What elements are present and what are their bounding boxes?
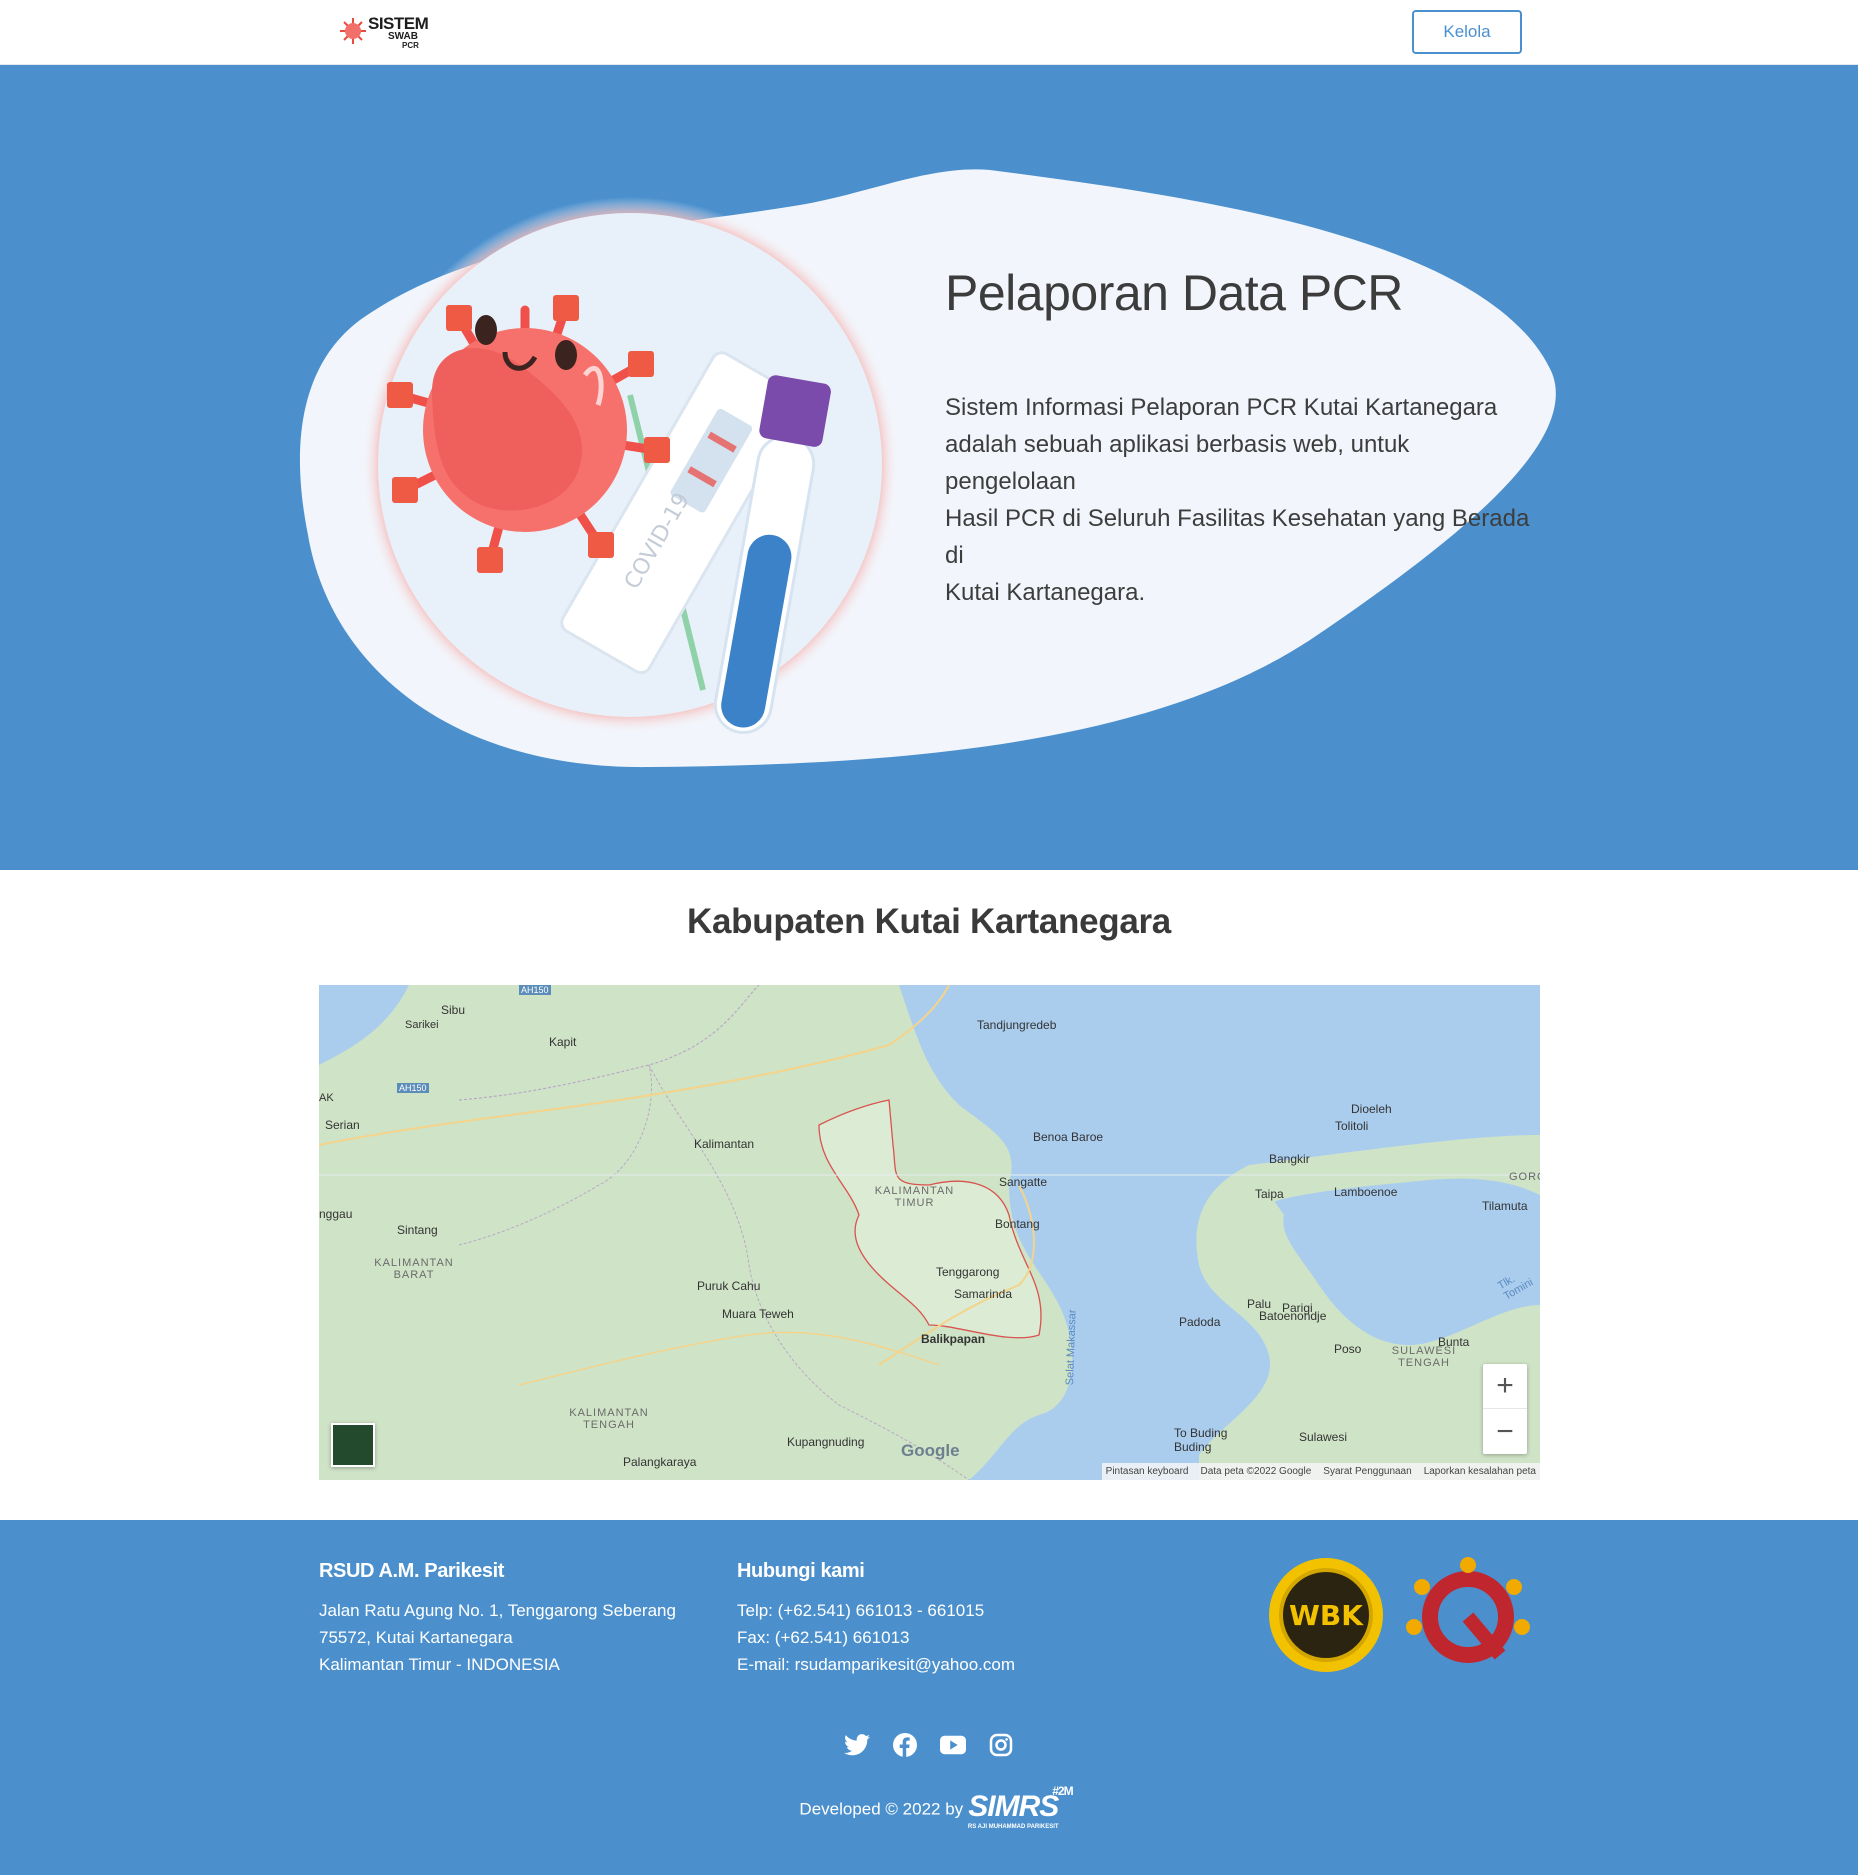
map-section-title: Kabupaten Kutai Kartanegara <box>687 902 1171 941</box>
footer-address: RSUD A.M. Parikesit Jalan Ratu Agung No.… <box>319 1560 676 1678</box>
map-label: To Buding Buding <box>1174 1426 1228 1454</box>
hero-description-line: Sistem Informasi Pelaporan PCR Kutai Kar… <box>945 394 1498 421</box>
footer-address-line: 75572, Kutai Kartanegara <box>319 1628 513 1647</box>
footer-fax: Fax: (+62.541) 661013 <box>737 1628 910 1647</box>
map-label: Balikpapan <box>921 1332 986 1346</box>
map-label: Poso <box>1334 1342 1362 1356</box>
map-label: Bontang <box>995 1217 1040 1231</box>
hero-section: COVID-19 Pelaporan Data PCR Sistem Infor… <box>0 65 1858 870</box>
footer-org-title: RSUD A.M. Parikesit <box>319 1560 505 1582</box>
map-region-label: KALIMANTAN BARAT <box>374 1257 454 1281</box>
footer-address-line: Kalimantan Timur - INDONESIA <box>319 1655 560 1674</box>
map-label: Tenggarong <box>936 1265 1000 1279</box>
map-label: Taipa <box>1255 1187 1284 1201</box>
hero-illustration: COVID-19 <box>299 169 1556 768</box>
map-attribution: Pintasan keyboard Data peta ©2022 Google… <box>1101 1463 1540 1480</box>
map-region-label: KALIMANTAN TENGAH <box>569 1407 649 1431</box>
footer: RSUD A.M. Parikesit Jalan Ratu Agung No.… <box>0 1520 1858 1875</box>
footer-email[interactable]: E-mail: rsudamparikesit@yahoo.com <box>737 1651 1015 1678</box>
google-logo: Google <box>901 1441 960 1460</box>
map-zoom-control: + − <box>1483 1364 1527 1454</box>
credit-text: Developed © 2022 by <box>799 1799 964 1819</box>
map-label: AH150 <box>397 1083 429 1093</box>
hero-description-line: di <box>945 542 964 569</box>
wbk-badge: WBK <box>1269 1558 1383 1672</box>
facebook-icon[interactable] <box>892 1732 918 1758</box>
footer-contact: Hubungi kami Telp: (+62.541) 661013 - 66… <box>737 1560 1015 1678</box>
site-logo[interactable]: SISTEM SWAB PCR <box>338 12 448 52</box>
youtube-icon[interactable] <box>940 1732 966 1758</box>
map-label: Samarinda <box>954 1287 1013 1301</box>
map-label: Serian <box>325 1118 360 1132</box>
footer-address-line: Jalan Ratu Agung No. 1, Tenggarong Seber… <box>319 1601 676 1620</box>
virus-logo-icon <box>340 18 366 44</box>
svg-text:WBK: WBK <box>1289 1599 1364 1632</box>
map-label: Benoa Baroe <box>1033 1130 1104 1144</box>
map-label: Kupangnuding <box>787 1435 865 1449</box>
map-label: Sintang <box>397 1223 438 1237</box>
map-label: Padoda <box>1179 1315 1221 1329</box>
map-label: Sulawesi <box>1299 1430 1348 1444</box>
map-label: nggau <box>319 1207 353 1221</box>
logo-text-pcr: PCR <box>402 41 419 50</box>
map-tiles <box>319 985 1540 1480</box>
map-region-label: SULAWESI TENGAH <box>1391 1345 1457 1369</box>
footer-contact-title: Hubungi kami <box>737 1560 865 1582</box>
map-label: AK <box>319 1092 334 1104</box>
satellite-toggle-button[interactable] <box>331 1423 375 1467</box>
map-label: Palangkaraya <box>623 1455 697 1469</box>
terms-link[interactable]: Syarat Penggunaan <box>1323 1466 1411 1477</box>
hero-description-line: Kutai Kartanegara. <box>945 579 1146 606</box>
map-region-label: KALIMANTAN TIMUR <box>874 1185 955 1209</box>
map-label: Sibu <box>441 1003 466 1017</box>
zoom-out-button[interactable]: − <box>1483 1409 1527 1454</box>
map-label: Tandjungredeb <box>977 1018 1057 1032</box>
map-label: Tilamuta <box>1482 1199 1528 1213</box>
twitter-icon[interactable] <box>844 1732 870 1758</box>
hero-title: Pelaporan Data PCR <box>945 265 1403 321</box>
simrs-brand: SIMRS <box>968 1790 1059 1823</box>
map-label: Lamboenoe <box>1334 1185 1398 1199</box>
report-error-link[interactable]: Laporkan kesalahan peta <box>1424 1466 1536 1477</box>
simrs-logo[interactable]: SIMRS #2M RS AJI MUHAMMAD PARIKESIT <box>967 1784 1074 1830</box>
map-label: Bangkir <box>1269 1152 1310 1166</box>
map-label: Puruk Cahu <box>697 1279 761 1293</box>
social-links <box>0 1732 1858 1758</box>
certification-badges: WBK <box>1269 1557 1530 1672</box>
map-label: Batoenondje <box>1259 1309 1327 1323</box>
kelola-button[interactable]: Kelola <box>1412 10 1522 54</box>
simrs-sub: RS AJI MUHAMMAD PARIKESIT <box>967 1824 1059 1830</box>
map-label: Kalimantan <box>694 1137 755 1151</box>
hero-description-line: Hasil PCR di Seluruh Fasilitas Kesehatan… <box>945 505 1530 532</box>
map-label: AH150 <box>519 985 551 995</box>
instagram-icon[interactable] <box>988 1732 1014 1758</box>
map-label: GORONTA <box>1509 1171 1540 1183</box>
map-data-text: Data peta ©2022 Google <box>1200 1466 1312 1477</box>
google-map[interactable]: Sibu Sarikei Kapit AH150 AH150 Tandjungr… <box>319 985 1540 1480</box>
map-label: Kapit <box>549 1035 577 1049</box>
hero-description: Sistem Informasi Pelaporan PCR Kutai Kar… <box>945 389 1545 611</box>
footer-phone: Telp: (+62.541) 661013 - 661015 <box>737 1601 985 1620</box>
quality-q-badge <box>1406 1557 1530 1663</box>
top-navbar: SISTEM SWAB PCR Kelola <box>0 0 1858 65</box>
map-label: Sangatte <box>999 1175 1048 1189</box>
map-label: Sarikei <box>405 1019 439 1031</box>
map-label: Muara Teweh <box>722 1307 794 1321</box>
map-label: Dioeleh <box>1351 1102 1392 1116</box>
zoom-in-button[interactable]: + <box>1483 1364 1527 1409</box>
hero-description-line: adalah sebuah aplikasi berbasis web, unt… <box>945 431 1410 495</box>
simrs-sup: #2M <box>1052 1784 1073 1798</box>
map-label: Tolitoli <box>1335 1119 1369 1133</box>
footer-credit: Developed © 2022 by SIMRS #2M RS AJI MUHAM… <box>0 1784 1858 1830</box>
keyboard-shortcuts-link[interactable]: Pintasan keyboard <box>1106 1466 1189 1477</box>
